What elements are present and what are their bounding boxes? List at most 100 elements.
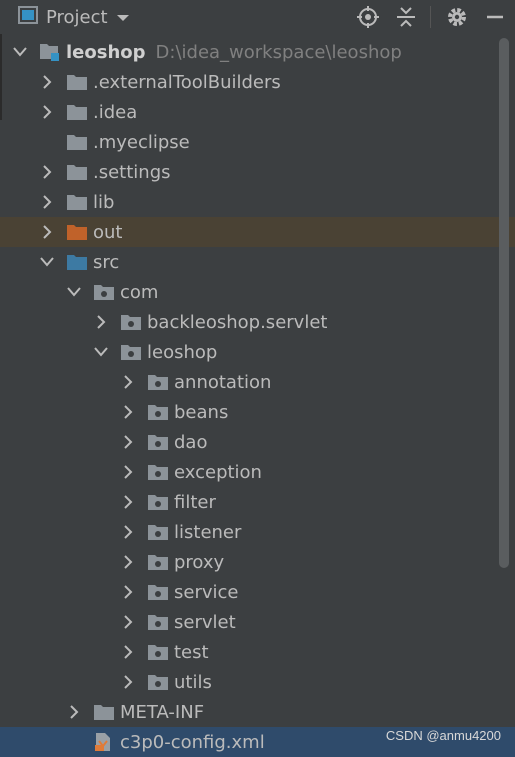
folder-icon (66, 73, 88, 91)
tree-node-label: listener (174, 521, 242, 543)
package-icon (147, 433, 169, 451)
tree-node-label: beans (174, 401, 229, 423)
tree-node[interactable]: .settings (0, 157, 515, 187)
tree-node-package[interactable]: beans (0, 397, 515, 427)
tree-node-label: lib (93, 191, 115, 213)
tree-node-package[interactable]: backleoshop.servlet (0, 307, 515, 337)
project-view-title: Project (46, 6, 108, 28)
project-view-icon (18, 5, 38, 29)
chevron-right-icon[interactable] (40, 225, 54, 239)
package-icon (147, 553, 169, 571)
chevron-right-icon[interactable] (121, 585, 135, 599)
tree-node[interactable]: lib (0, 187, 515, 217)
chevron-down-icon[interactable] (67, 285, 81, 299)
package-icon (147, 673, 169, 691)
gear-icon[interactable] (445, 5, 469, 29)
tree-node-package[interactable]: com (0, 277, 515, 307)
package-icon (147, 403, 169, 421)
chevron-right-icon[interactable] (121, 555, 135, 569)
tree-node-package[interactable]: filter (0, 487, 515, 517)
tree-node-package[interactable]: servlet (0, 607, 515, 637)
tree-node-label: out (93, 221, 123, 243)
chevron-down-icon[interactable] (13, 45, 27, 59)
tree-node-package[interactable]: exception (0, 457, 515, 487)
chevron-right-icon[interactable] (40, 105, 54, 119)
tree-node-label: service (174, 581, 239, 603)
tree-node-package[interactable]: service (0, 577, 515, 607)
tree-node-label: exception (174, 461, 262, 483)
tree-node-label: test (174, 641, 209, 663)
package-icon (147, 373, 169, 391)
tree-node-package[interactable]: utils (0, 667, 515, 697)
chevron-right-icon[interactable] (40, 75, 54, 89)
tree-node-package[interactable]: test (0, 637, 515, 667)
source-folder-icon (66, 253, 88, 271)
tree-node[interactable]: META-INF (0, 697, 515, 727)
tree-node-label: META-INF (120, 701, 205, 723)
chevron-down-icon[interactable] (40, 255, 54, 269)
chevron-right-icon[interactable] (121, 405, 135, 419)
package-icon (147, 583, 169, 601)
project-view-selector[interactable]: Project (18, 0, 130, 34)
tree-node-label: filter (174, 491, 216, 513)
folder-icon (93, 703, 115, 721)
chevron-right-icon[interactable] (121, 675, 135, 689)
collapse-all-icon[interactable] (394, 5, 418, 29)
folder-icon (66, 163, 88, 181)
chevron-right-icon[interactable] (121, 525, 135, 539)
tree-node-label: .settings (93, 161, 171, 183)
chevron-right-icon[interactable] (94, 315, 108, 329)
chevron-down-icon[interactable] (116, 7, 130, 28)
tree-node-label: backleoshop.servlet (147, 311, 328, 333)
chevron-right-icon[interactable] (40, 165, 54, 179)
tree-node-source-root[interactable]: src (0, 247, 515, 277)
tree-node[interactable]: .idea (0, 97, 515, 127)
folder-icon (66, 103, 88, 121)
xml-file-icon (93, 733, 115, 751)
folder-icon (66, 133, 88, 151)
package-icon (147, 613, 169, 631)
chevron-right-icon[interactable] (40, 195, 54, 209)
tree-node-label: .externalToolBuilders (93, 71, 281, 93)
tree-node-label: dao (174, 431, 208, 453)
tree-node-label: leoshop (147, 341, 218, 363)
chevron-right-icon[interactable] (121, 645, 135, 659)
package-icon (120, 343, 142, 361)
toolbar-separator (430, 6, 431, 28)
minimize-icon[interactable] (483, 5, 507, 29)
tree-node[interactable]: .myeclipse (0, 127, 515, 157)
tree-node-package[interactable]: annotation (0, 367, 515, 397)
tree-node-label: com (120, 281, 159, 303)
package-icon (147, 523, 169, 541)
tree-node-package[interactable]: leoshop (0, 337, 515, 367)
chevron-down-icon[interactable] (94, 345, 108, 359)
tree-node-label: annotation (174, 371, 272, 393)
tree-node-path: D:\idea_workspace\leoshop (155, 41, 402, 63)
module-folder-icon (39, 43, 61, 61)
chevron-right-icon[interactable] (121, 495, 135, 509)
tree-node-package[interactable]: dao (0, 427, 515, 457)
chevron-right-icon[interactable] (121, 435, 135, 449)
package-icon (120, 313, 142, 331)
project-tree: leoshop D:\idea_workspace\leoshop .exter… (0, 37, 515, 757)
tree-node-package[interactable]: listener (0, 517, 515, 547)
chevron-right-icon[interactable] (121, 615, 135, 629)
vertical-scrollbar[interactable] (499, 38, 509, 568)
tree-node[interactable]: .externalToolBuilders (0, 67, 515, 97)
tree-node-root[interactable]: leoshop D:\idea_workspace\leoshop (0, 37, 515, 67)
tree-node-label: .myeclipse (93, 131, 190, 153)
excluded-folder-icon (66, 223, 88, 241)
watermark: CSDN @anmu4200 (385, 728, 501, 743)
tree-node-label: c3p0-config.xml (120, 731, 265, 753)
tree-node-excluded[interactable]: out (0, 217, 515, 247)
locate-icon[interactable] (356, 5, 380, 29)
tree-node-label: leoshop (66, 41, 146, 63)
chevron-right-icon[interactable] (67, 705, 81, 719)
chevron-right-icon[interactable] (121, 375, 135, 389)
tree-node-package[interactable]: proxy (0, 547, 515, 577)
chevron-right-icon[interactable] (121, 465, 135, 479)
package-icon (147, 643, 169, 661)
tree-node-label: src (93, 251, 120, 273)
tree-node-label: utils (174, 671, 212, 693)
package-icon (93, 283, 115, 301)
